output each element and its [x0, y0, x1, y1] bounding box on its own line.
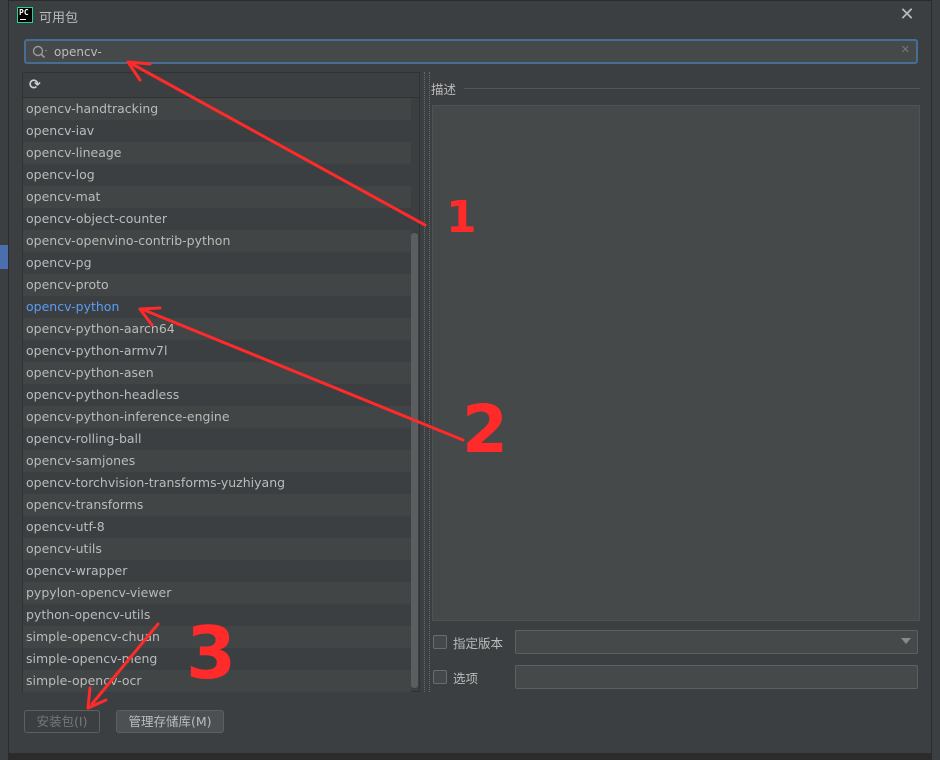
- install-package-button[interactable]: 安装包(I): [24, 710, 100, 733]
- package-list[interactable]: opencv-handtracking opencv-iav opencv-line…: [23, 98, 411, 692]
- package-list-item[interactable]: simple-opencv-meng: [23, 648, 411, 670]
- package-list-item[interactable]: opencv-python-asen: [23, 362, 411, 384]
- package-list-item[interactable]: opencv-python-aarch64: [23, 318, 411, 340]
- package-list-item[interactable]: python-opencv-utils: [23, 604, 411, 626]
- package-list-item[interactable]: opencv-object-counter: [23, 208, 411, 230]
- options-label: 选项: [453, 670, 479, 686]
- search-icon[interactable]: [31, 44, 49, 60]
- options-input[interactable]: [515, 665, 918, 689]
- ide-background-accent: [0, 245, 8, 269]
- package-list-item[interactable]: opencv-log: [23, 164, 411, 186]
- description-area: [432, 105, 920, 621]
- specify-version-checkbox[interactable]: [433, 635, 447, 649]
- package-search-field[interactable]: ✕: [24, 39, 918, 64]
- package-list-item[interactable]: opencv-lineage: [23, 142, 411, 164]
- package-list-item[interactable]: opencv-python-armv7l: [23, 340, 411, 362]
- clear-icon[interactable]: ✕: [901, 43, 910, 56]
- package-list-panel: ⟳ opencv-handtracking opencv-iav opencv-li…: [22, 72, 420, 692]
- available-packages-dialog: PC 可用包 ✕ ✕ ⟳ opencv-handtrackingopencv-i…: [8, 0, 932, 754]
- package-list-item[interactable]: opencv-rolling-ball: [23, 428, 411, 450]
- package-list-item[interactable]: opencv-utf-8: [23, 516, 411, 538]
- title-bar: PC 可用包 ✕: [9, 1, 931, 31]
- package-list-item[interactable]: opencv-python-headless: [23, 384, 411, 406]
- package-list-item[interactable]: opencv-utils: [23, 538, 411, 560]
- options-checkbox[interactable]: [433, 670, 447, 684]
- package-list-item[interactable]: opencv-handtracking: [23, 98, 411, 120]
- package-list-item[interactable]: opencv-samjones: [23, 450, 411, 472]
- package-list-item[interactable]: opencv-python: [23, 296, 411, 318]
- package-list-item[interactable]: opencv-mat: [23, 186, 411, 208]
- package-list-item[interactable]: opencv-pg: [23, 252, 411, 274]
- panel-splitter[interactable]: [424, 72, 430, 692]
- manage-repositories-button[interactable]: 管理存储库(M): [116, 710, 224, 733]
- package-list-item[interactable]: opencv-transforms: [23, 494, 411, 516]
- description-label: 描述: [431, 82, 457, 97]
- ide-background-right: [932, 0, 940, 760]
- chevron-down-icon: [901, 638, 911, 644]
- package-list-item[interactable]: opencv-torchvision-transforms-yuzhiyang: [23, 472, 411, 494]
- package-list-item[interactable]: opencv-proto: [23, 274, 411, 296]
- package-list-item[interactable]: opencv-wrapper: [23, 560, 411, 582]
- package-list-item[interactable]: simple-opencv-ocr: [23, 670, 411, 692]
- pycharm-logo-icon: PC: [17, 7, 33, 23]
- ide-background-left: [0, 0, 8, 760]
- close-icon[interactable]: ✕: [897, 5, 917, 25]
- package-list-item[interactable]: pypylon-opencv-viewer: [23, 582, 411, 604]
- specify-version-row: 指定版本: [433, 630, 503, 654]
- package-list-item[interactable]: opencv-openvino-contrib-python: [23, 230, 411, 252]
- dialog-title: 可用包: [39, 11, 79, 26]
- version-dropdown[interactable]: [515, 630, 918, 654]
- package-list-item[interactable]: opencv-iav: [23, 120, 411, 142]
- package-list-item[interactable]: opencv-python-inference-engine: [23, 406, 411, 428]
- refresh-icon[interactable]: ⟳: [29, 78, 43, 92]
- description-divider: [464, 88, 920, 89]
- specify-version-label: 指定版本: [453, 635, 504, 651]
- list-toolbar: ⟳: [23, 73, 419, 98]
- package-list-item[interactable]: simple-opencv-chuan: [23, 626, 411, 648]
- options-row: 选项: [433, 665, 478, 689]
- search-input[interactable]: [54, 42, 894, 61]
- list-scrollbar[interactable]: [411, 233, 418, 688]
